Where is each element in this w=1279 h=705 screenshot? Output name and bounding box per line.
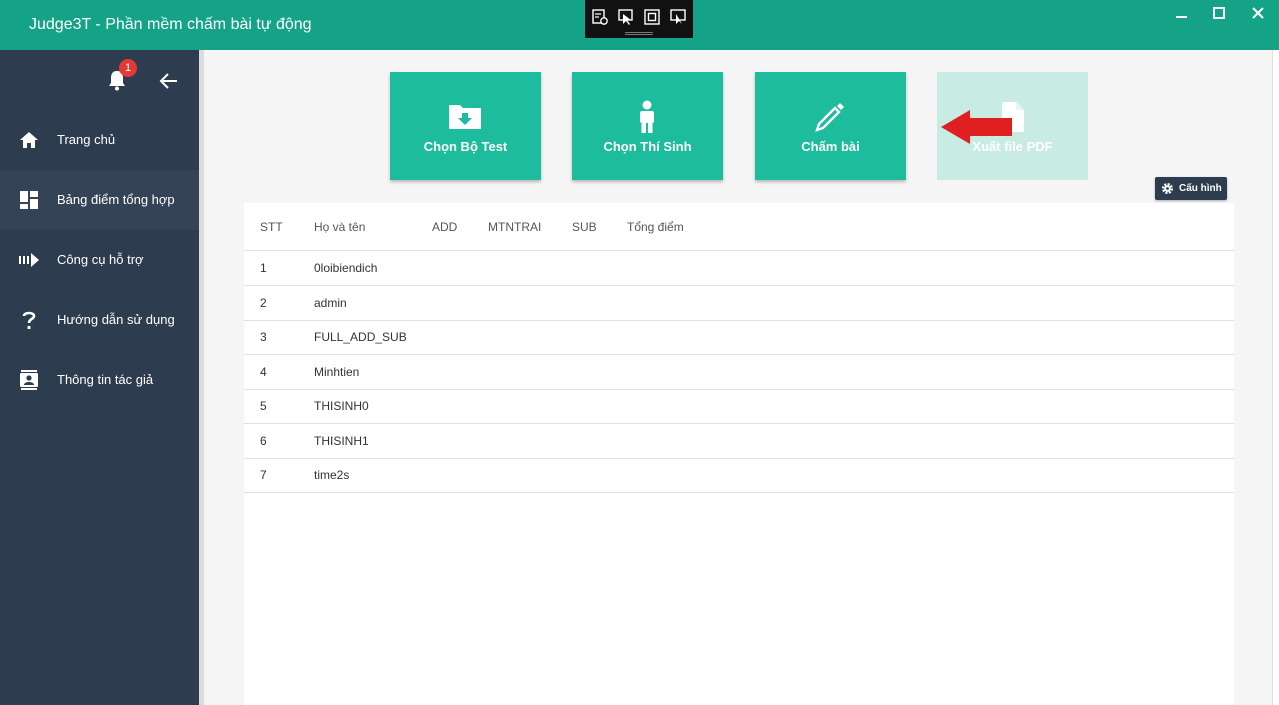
help-icon [22,311,36,329]
notification-badge: 1 [119,59,137,77]
home-icon [20,132,38,148]
column-header-total[interactable]: Tổng điểm [627,220,684,234]
cell-name: 0loibiendich [314,261,378,275]
button-label: Chọn Thí Sinh [603,139,692,154]
annotation-arrow-icon [941,110,1012,144]
cell-stt: 2 [260,296,267,310]
column-header-stt[interactable]: STT [260,220,283,234]
choose-candidates-button[interactable]: Chọn Thí Sinh [572,72,723,180]
vertical-scrollbar[interactable] [1272,50,1279,705]
sidebar-item-scoreboard[interactable]: Bảng điểm tổng hợp [0,170,199,230]
table-row[interactable]: 4 Minhtien [244,355,1234,390]
table-row[interactable]: 2 admin [244,286,1234,321]
cell-stt: 1 [260,261,267,275]
table-row[interactable]: 1 0loibiendich [244,251,1234,286]
sidebar-item-tools[interactable]: Công cụ hỗ trợ [0,230,199,290]
sidebar-item-label: Bảng điểm tổng hợp [57,192,175,207]
cursor-select-icon[interactable] [617,8,635,26]
cell-name: admin [314,296,347,310]
cell-stt: 5 [260,399,267,413]
sidebar-item-author[interactable]: Thông tin tác giả [0,350,199,410]
debug-toolbar [585,0,693,38]
pencil-icon [815,103,844,132]
minimize-icon[interactable] [1170,4,1194,24]
sidebar-item-home[interactable]: Trang chủ [0,110,199,170]
table-row[interactable]: 7 time2s [244,458,1234,493]
sidebar-item-label: Trang chủ [57,132,116,147]
cell-stt: 4 [260,365,267,379]
sidebar-item-label: Công cụ hỗ trợ [57,252,144,267]
table-row[interactable]: 5 THISINH0 [244,389,1234,424]
column-header-name[interactable]: Họ và tên [314,220,365,234]
contact-icon [20,370,38,390]
table-row[interactable]: 6 THISINH1 [244,424,1234,459]
cell-stt: 6 [260,434,267,448]
config-button[interactable]: Cấu hình [1155,177,1227,200]
layout-bounds-icon[interactable] [643,8,661,26]
title-bar: Judge3T - Phần mềm chấm bài tự động [0,0,1279,50]
cell-stt: 7 [260,468,267,482]
config-label: Cấu hình [1179,183,1222,194]
sidebar-item-label: Thông tin tác giả [57,372,154,387]
sidebar: Trang chủ Bảng điểm tổng hợp Công cụ hỗ … [0,50,199,705]
folder-download-icon [449,105,481,129]
cell-name: FULL_ADD_SUB [314,330,407,344]
select-element-icon[interactable] [591,8,609,26]
column-header-sub[interactable]: SUB [572,220,597,234]
button-label: Chọn Bộ Test [423,139,508,154]
track-focus-icon[interactable] [669,8,687,26]
window-title: Judge3T - Phần mềm chấm bài tự động [29,16,312,33]
column-header-mtntrai[interactable]: MTNTRAI [488,220,541,234]
results-table: STT Họ và tên ADD MTNTRAI SUB Tổng điểm … [244,203,1234,705]
sidebar-item-help[interactable]: Hướng dẫn sử dụng [0,290,199,350]
table-row[interactable]: 3 FULL_ADD_SUB [244,320,1234,355]
sidebar-item-label: Hướng dẫn sử dụng [57,312,175,327]
column-header-add[interactable]: ADD [432,220,457,234]
cell-name: THISINH0 [314,399,369,413]
table-header: STT Họ và tên ADD MTNTRAI SUB Tổng điểm [244,203,1234,251]
cell-name: THISINH1 [314,434,369,448]
maximize-icon[interactable] [1207,4,1231,24]
choose-test-set-button[interactable]: Chọn Bộ Test [390,72,541,180]
close-icon[interactable] [1246,4,1270,24]
cell-name: Minhtien [314,365,360,379]
tools-icon [19,253,39,267]
gear-icon [1162,183,1173,194]
grade-button[interactable]: Chấm bài [755,72,906,180]
cell-stt: 3 [260,330,267,344]
back-arrow-icon[interactable] [158,70,180,92]
dashboard-icon [20,191,38,209]
button-label: Chấm bài [801,139,860,154]
cell-name: time2s [314,468,350,482]
toolbar-grip[interactable] [625,32,653,35]
person-icon [640,100,654,133]
